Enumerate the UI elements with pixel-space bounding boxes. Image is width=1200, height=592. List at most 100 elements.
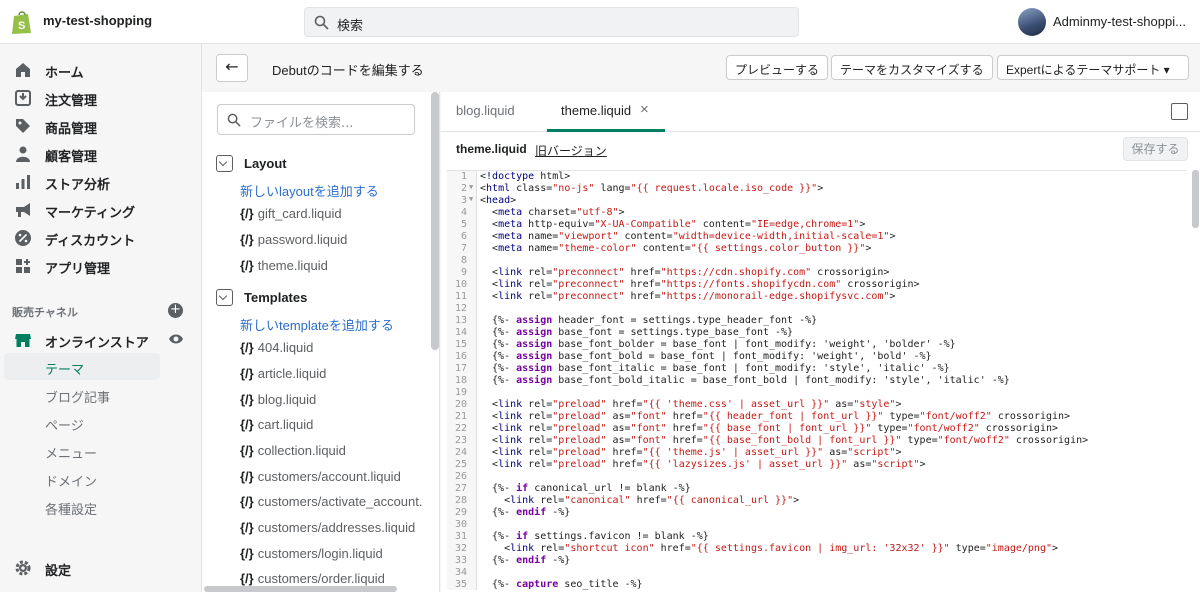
line-number: 21 [454, 411, 467, 422]
add-template-link[interactable]: 新しいtemplateを追加する [240, 315, 394, 334]
sidebar-item-marketing[interactable]: マーケティング [0, 195, 202, 223]
fullscreen-icon[interactable] [1171, 103, 1188, 120]
store-name[interactable]: my-test-shopping [43, 13, 152, 28]
editor-header: ← Debutのコードを編集する プレビューする テーマをカスタマイズする Ex… [202, 44, 1200, 92]
line-number: 14 [454, 327, 467, 338]
back-button[interactable]: ← [216, 54, 248, 82]
preview-button[interactable]: プレビューする [726, 55, 829, 80]
line-number: 15 [454, 339, 467, 350]
expert-support-button[interactable]: Expertによるテーマサポート ▾ [997, 55, 1189, 80]
sidebar-subitem-themes[interactable]: テーマ [4, 353, 160, 380]
file-item[interactable]: {/} customers/activate_account. [240, 494, 422, 509]
file-name: blog.liquid [257, 392, 317, 407]
sidebar-item-label: 注文管理 [45, 93, 98, 108]
avatar[interactable] [1018, 8, 1046, 36]
file-item[interactable]: {/} article.liquid [240, 366, 326, 381]
customize-theme-button[interactable]: テーマをカスタマイズする [831, 55, 993, 80]
file-name: cart.liquid [257, 417, 314, 432]
save-button[interactable]: 保存する [1123, 137, 1188, 161]
file-search-input[interactable]: ファイルを検索... [217, 104, 415, 135]
code-text: {%- assign base_font_italic = base_font … [480, 363, 950, 374]
file-name: password.liquid [257, 232, 348, 247]
file-item[interactable]: {/} customers/addresses.liquid [240, 520, 415, 535]
code-text: <link rel="preconnect" href="https://cdn… [480, 267, 890, 278]
file-search-placeholder: ファイルを検索... [250, 116, 354, 131]
sidebar-item-products[interactable]: 商品管理 [0, 111, 202, 139]
code-line: 11 <link rel="preconnect" href="https://… [447, 291, 1187, 302]
code-editor-panel: blog.liquid theme.liquid × theme.liquid … [441, 92, 1200, 592]
file-item[interactable]: {/} theme.liquid [240, 258, 328, 273]
file-item[interactable]: {/} password.liquid [240, 232, 347, 247]
code-text: <!doctype html> [480, 171, 571, 182]
close-tab-icon[interactable]: × [640, 101, 649, 118]
sidebar-subitem-label: ドメイン [45, 474, 98, 489]
sidebar-subitem-label: 各種設定 [45, 502, 98, 517]
file-list-horizontal-scrollbar[interactable] [204, 586, 397, 592]
file-item[interactable]: {/} customers/account.liquid [240, 469, 401, 484]
older-versions-link[interactable]: 旧バージョン [535, 142, 607, 159]
file-item[interactable]: {/} customers/login.liquid [240, 546, 383, 561]
sidebar-item-discounts[interactable]: ディスカウント [0, 223, 202, 251]
shopify-logo-icon[interactable]: S [10, 9, 34, 35]
line-number: 17 [454, 363, 467, 374]
add-channel-button[interactable]: + [168, 303, 183, 318]
line-number: 32 [454, 543, 467, 554]
code-text: <link rel="preconnect" href="https://mon… [480, 291, 896, 302]
code-line: 2 ▼ <html class="no-js" lang="{{ request.l… [447, 183, 1187, 194]
code-line: 21 <link rel="preload" as="font" href="{… [447, 411, 1187, 422]
file-item[interactable]: {/} cart.liquid [240, 417, 313, 432]
global-search-input[interactable]: 検索 [304, 7, 799, 37]
code-line: 23 <link rel="preload" as="font" href="{… [447, 435, 1187, 446]
analytics-icon [16, 175, 30, 189]
home-icon [16, 63, 30, 77]
sidebar-item-home[interactable]: ホーム [0, 55, 202, 83]
account-name[interactable]: Adminmy-test-shoppi... [1053, 14, 1200, 29]
sidebar-item-online-store[interactable]: オンラインストア [0, 325, 202, 353]
folder-label: Layout [244, 156, 287, 171]
code-area[interactable]: 1 <!doctype html> 2 ▼ <html class="no-js" la… [447, 170, 1187, 590]
file-item[interactable]: {/} gift_card.liquid [240, 206, 342, 221]
tab-blog-liquid[interactable]: blog.liquid [456, 103, 515, 118]
eye-icon[interactable] [168, 333, 184, 345]
tab-theme-liquid[interactable]: theme.liquid [561, 103, 631, 118]
code-line: 24 <link rel="preload" href="{{ 'theme.j… [447, 447, 1187, 458]
file-item[interactable]: {/} blog.liquid [240, 392, 316, 407]
sidebar-item-customers[interactable]: 顧客管理 [0, 139, 202, 167]
file-item[interactable]: {/} customers/order.liquid [240, 571, 385, 586]
sidebar-subitem-domains[interactable]: ドメイン [4, 465, 160, 492]
fold-icon[interactable]: ▼ [469, 183, 473, 191]
file-list-scrollbar[interactable] [431, 92, 439, 350]
code-line: 10 <link rel="preconnect" href="https://… [447, 279, 1187, 290]
file-name: article.liquid [257, 366, 327, 381]
code-scrollbar[interactable] [1192, 170, 1199, 228]
add-layout-link[interactable]: 新しいlayoutを追加する [240, 181, 379, 200]
fold-icon[interactable]: ▼ [469, 195, 473, 203]
code-text: <meta name="theme-color" content="{{ set… [480, 243, 872, 254]
sidebar-item-analytics[interactable]: ストア分析 [0, 167, 202, 195]
file-item[interactable]: {/} 404.liquid [240, 340, 313, 355]
liquid-file-icon: {/} [240, 417, 254, 432]
liquid-file-icon: {/} [240, 366, 254, 381]
file-item[interactable]: {/} collection.liquid [240, 443, 346, 458]
code-text: <link rel="preload" as="font" href="{{ h… [480, 411, 1071, 422]
line-number: 20 [454, 399, 467, 410]
sidebar-item-label: オンラインストア [45, 335, 149, 350]
sidebar-subitem-navigation[interactable]: メニュー [4, 437, 160, 464]
liquid-file-icon: {/} [240, 494, 254, 509]
sidebar-item-orders[interactable]: 注文管理 [0, 83, 202, 111]
sidebar-subitem-pages[interactable]: ページ [4, 409, 160, 436]
code-line: 9 <link rel="preconnect" href="https://c… [447, 267, 1187, 278]
liquid-file-icon: {/} [240, 392, 254, 407]
sidebar-item-apps[interactable]: アプリ管理 [0, 251, 202, 279]
line-number: 10 [454, 279, 467, 290]
sidebar-item-label: 設定 [45, 563, 72, 578]
line-number: 5 [460, 219, 467, 230]
search-placeholder: 検索 [337, 19, 364, 34]
sidebar-item-label: マーケティング [45, 205, 135, 220]
sidebar-subitem-blog-posts[interactable]: ブログ記事 [4, 381, 160, 408]
top-bar: S my-test-shopping 検索 Adminmy-test-shopp… [0, 0, 1200, 44]
sidebar-item-settings[interactable]: 設定 [0, 553, 202, 581]
sidebar-subitem-preferences[interactable]: 各種設定 [4, 493, 160, 520]
code-text: <html class="no-js" lang="{{ request.loc… [480, 183, 824, 194]
code-text: {%- if settings.favicon != blank -%} [480, 531, 709, 542]
